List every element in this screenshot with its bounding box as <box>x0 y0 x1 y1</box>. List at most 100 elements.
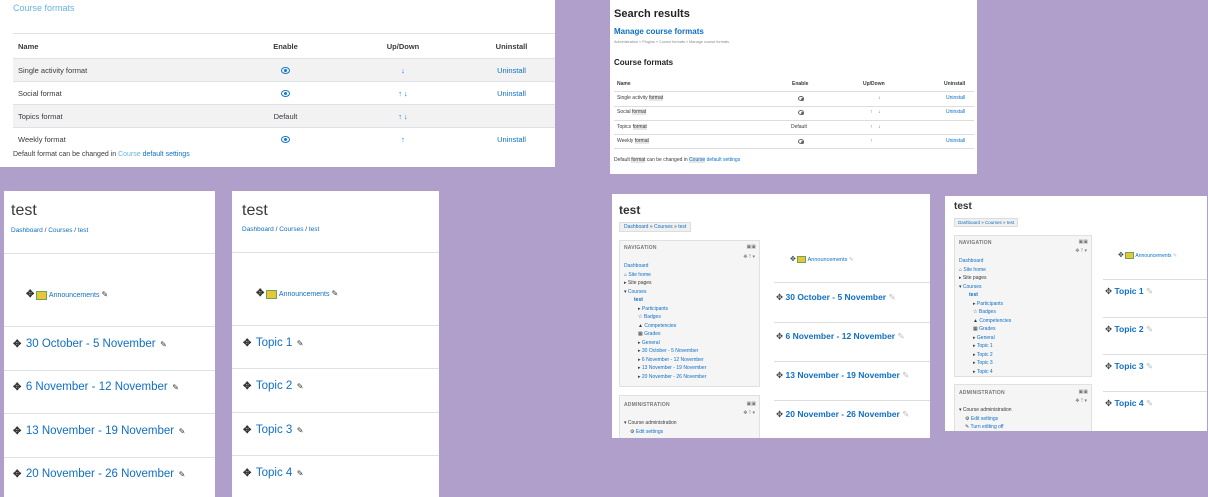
move-icon[interactable]: ✥ <box>1118 252 1124 259</box>
arrow-up-icon[interactable]: ↑ <box>398 112 402 121</box>
edit-icon[interactable]: ✎ <box>1146 361 1153 371</box>
section-title[interactable]: Topic 4 <box>256 467 292 479</box>
breadcrumb-courses[interactable]: Courses <box>279 226 303 233</box>
move-block-icon[interactable]: ✥ ⠇▾ <box>1075 248 1087 254</box>
move-icon[interactable]: ✥ <box>256 288 264 299</box>
uninstall-link[interactable]: Uninstall <box>946 95 965 101</box>
move-icon[interactable]: ✥ <box>776 292 783 302</box>
arrow-down-icon[interactable]: ↓ <box>878 95 881 101</box>
breadcrumb-test[interactable]: test <box>309 226 319 233</box>
breadcrumb-courses[interactable]: Courses <box>48 227 72 234</box>
eye-icon[interactable] <box>281 67 290 75</box>
eye-icon[interactable] <box>798 139 804 144</box>
breadcrumb-test[interactable]: test <box>78 227 88 234</box>
move-icon[interactable]: ✥ <box>13 469 21 480</box>
section-title[interactable]: 20 November - 26 November <box>26 468 174 480</box>
move-icon[interactable]: ✥ <box>1105 324 1112 334</box>
edit-icon[interactable]: ✎ <box>160 340 167 349</box>
announcements-link[interactable]: Announcements <box>279 291 330 298</box>
move-icon[interactable]: ✥ <box>1105 361 1112 371</box>
edit-icon[interactable]: ✎ <box>297 426 304 435</box>
section-heading: ✥ Topic 2 ✎ <box>243 376 303 394</box>
breadcrumb: Dashboard » Courses » test <box>619 222 692 232</box>
edit-icon[interactable]: ✎ <box>849 257 854 263</box>
arrow-up-icon[interactable]: ↑ <box>398 89 402 98</box>
manage-course-formats-link[interactable]: Manage course formats <box>614 27 704 36</box>
move-block-icon[interactable]: ✥ ⠇▾ <box>1075 398 1087 404</box>
eye-icon[interactable] <box>798 110 804 115</box>
default-format-note: Default format can be changed in Course … <box>13 151 190 158</box>
arrow-up-icon[interactable]: ↑ <box>870 124 873 130</box>
edit-icon[interactable]: ✎ <box>902 370 909 380</box>
section-title[interactable]: Topic 1 <box>256 337 292 349</box>
move-icon[interactable]: ✥ <box>26 289 34 300</box>
section-title[interactable]: 30 October - 5 November <box>26 338 156 350</box>
edit-icon[interactable]: ✎ <box>1146 398 1153 408</box>
edit-icon[interactable]: ✎ <box>297 339 304 348</box>
block-controls-icon[interactable]: ▣▣ <box>747 401 756 407</box>
uninstall-link[interactable]: Uninstall <box>946 138 965 144</box>
edit-icon[interactable]: ✎ <box>297 382 304 391</box>
section-heading: ✥ 13 November - 19 November ✎ <box>776 370 910 380</box>
move-icon[interactable]: ✥ <box>13 426 21 437</box>
course-formats-heading[interactable]: Course formats <box>13 3 75 13</box>
section-heading: ✥ Topic 3 ✎ <box>1105 361 1154 371</box>
edit-icon[interactable]: ✎ <box>902 409 909 419</box>
move-icon[interactable]: ✥ <box>13 382 21 393</box>
block-controls-icon[interactable]: ▣▣ <box>1079 239 1088 245</box>
move-icon[interactable]: ✥ <box>13 339 21 350</box>
move-icon[interactable]: ✥ <box>776 370 783 380</box>
edit-icon[interactable]: ✎ <box>179 427 186 436</box>
edit-icon[interactable]: ✎ <box>297 469 304 478</box>
uninstall-link[interactable]: Uninstall <box>497 89 526 98</box>
arrow-down-icon[interactable]: ↓ <box>404 112 408 121</box>
section-title[interactable]: 6 November - 12 November <box>26 381 168 393</box>
eye-icon[interactable] <box>281 136 290 144</box>
edit-icon[interactable]: ✎ <box>1146 286 1153 296</box>
move-icon[interactable]: ✥ <box>776 331 783 341</box>
move-icon[interactable]: ✥ <box>243 468 251 479</box>
edit-icon[interactable]: ✎ <box>101 290 108 299</box>
block-controls-icon[interactable]: ▣▣ <box>747 244 756 250</box>
section-title[interactable]: Topic 3 <box>256 424 292 436</box>
section-heading: ✥ 6 November - 12 November ✎ <box>13 377 179 395</box>
course-link[interactable]: Course <box>118 151 141 158</box>
edit-icon[interactable]: ✎ <box>1146 324 1153 334</box>
uninstall-link[interactable]: Uninstall <box>497 135 526 144</box>
arrow-down-icon[interactable]: ↓ <box>878 109 881 115</box>
eye-icon[interactable] <box>281 90 290 98</box>
move-icon[interactable]: ✥ <box>1105 398 1112 408</box>
section-title[interactable]: Topic 2 <box>256 380 292 392</box>
announcements-item: ✥ Announcements ✎ <box>256 288 338 299</box>
edit-icon[interactable]: ✎ <box>897 331 904 341</box>
breadcrumb-dashboard[interactable]: Dashboard <box>11 227 43 234</box>
move-icon[interactable]: ✥ <box>1105 286 1112 296</box>
uninstall-link[interactable]: Uninstall <box>497 66 526 75</box>
default-settings-link[interactable]: default settings <box>143 151 190 158</box>
edit-icon[interactable]: ✎ <box>179 470 186 479</box>
uninstall-link[interactable]: Uninstall <box>946 109 965 115</box>
arrow-down-icon[interactable]: ↓ <box>404 89 408 98</box>
section-title[interactable]: 13 November - 19 November <box>26 425 174 437</box>
move-icon[interactable]: ✥ <box>243 381 251 392</box>
edit-icon[interactable]: ✎ <box>331 289 338 298</box>
edit-icon[interactable]: ✎ <box>172 383 179 392</box>
arrow-up-icon[interactable]: ↑ <box>401 135 405 144</box>
announcements-link[interactable]: Announcements <box>49 292 100 299</box>
block-controls-icon[interactable]: ▣▣ <box>1079 389 1088 395</box>
arrow-up-icon[interactable]: ↑ <box>870 109 873 115</box>
move-icon[interactable]: ✥ <box>790 256 796 263</box>
arrow-up-icon[interactable]: ↑ <box>870 138 873 144</box>
move-icon[interactable]: ✥ <box>243 425 251 436</box>
edit-icon[interactable]: ✎ <box>1173 253 1177 259</box>
eye-icon[interactable] <box>798 96 804 101</box>
arrow-down-icon[interactable]: ↓ <box>401 66 405 75</box>
arrow-down-icon[interactable]: ↓ <box>878 124 881 130</box>
move-block-icon[interactable]: ✥ ⠇▾ <box>743 254 755 260</box>
edit-icon[interactable]: ✎ <box>889 292 896 302</box>
move-block-icon[interactable]: ✥ ⠇▾ <box>743 410 755 416</box>
forum-icon <box>797 256 807 264</box>
move-icon[interactable]: ✥ <box>776 409 783 419</box>
move-icon[interactable]: ✥ <box>243 338 251 349</box>
breadcrumb-dashboard[interactable]: Dashboard <box>242 226 274 233</box>
